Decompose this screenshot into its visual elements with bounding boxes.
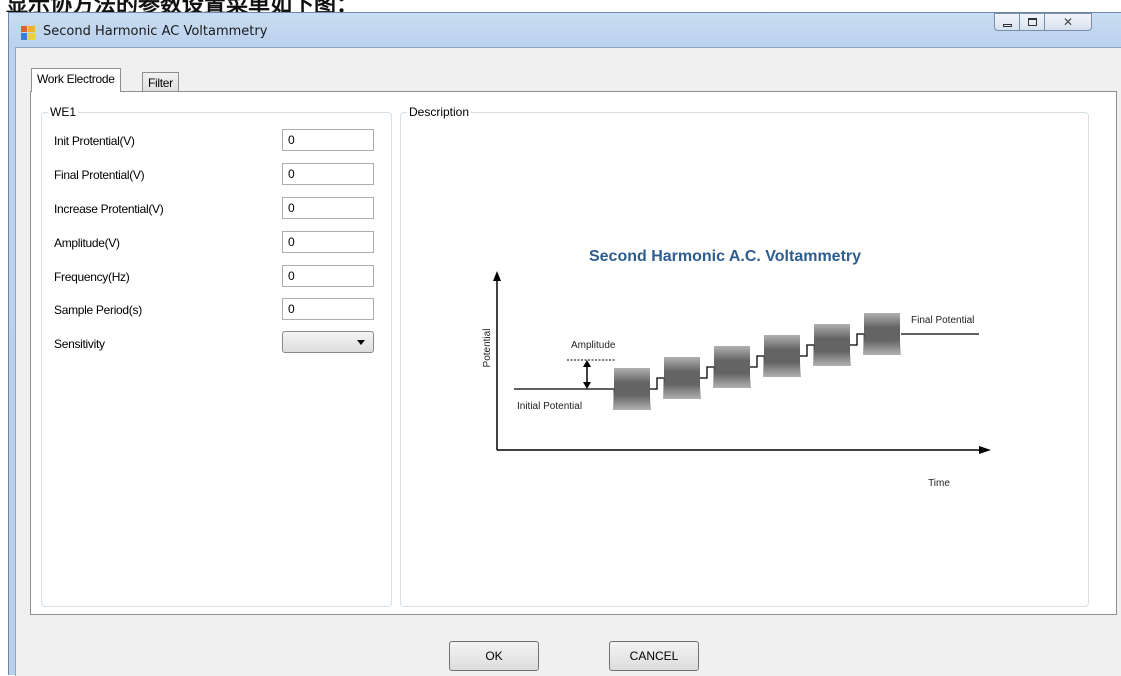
sample-period-label: Sample Period(s) — [54, 303, 142, 317]
init-potential-label: Init Protential(V) — [54, 134, 135, 148]
final-potential-input[interactable] — [282, 163, 374, 185]
ac-modulation-block — [663, 356, 701, 400]
ac-modulation-block — [713, 345, 751, 389]
amplitude-arrow-up — [583, 360, 591, 367]
window-title: Second Harmonic AC Voltammetry — [43, 24, 268, 39]
amplitude-label: Amplitude(V) — [54, 236, 120, 250]
frequency-input[interactable] — [282, 265, 374, 287]
step-segment — [750, 355, 764, 368]
ac-modulation-block — [813, 323, 851, 367]
maximize-icon — [1027, 18, 1037, 26]
step-segment — [650, 377, 664, 390]
minimize-icon — [1002, 23, 1012, 27]
tab-work-electrode[interactable]: Work Electrode — [31, 68, 121, 92]
step-segment — [850, 333, 864, 346]
document-caption: 显示协方法的参数设置菜单如下图： — [0, 0, 1121, 12]
we1-group: WE1 Init Protential(V) Final Protential(… — [41, 105, 392, 607]
frequency-label: Frequency(Hz) — [54, 270, 130, 284]
description-group: Description Second Harmonic A.C. Voltamm… — [400, 105, 1089, 607]
step-segment — [800, 344, 814, 357]
ac-modulation-block — [613, 367, 651, 411]
x-axis-arrow — [979, 446, 991, 454]
sample-period-input[interactable] — [282, 298, 374, 320]
document-caption-text: 显示协方法的参数设置菜单如下图： — [6, 0, 358, 12]
staircase-signal — [613, 312, 901, 411]
client-area: Work Electrode Filter WE1 Init Protentia… — [15, 47, 1121, 676]
increase-potential-label: Increase Protential(V) — [54, 202, 164, 216]
init-potential-input[interactable] — [282, 129, 374, 151]
close-icon: ✕ — [1062, 15, 1074, 29]
maximize-button[interactable] — [1020, 13, 1045, 31]
chevron-down-icon — [357, 340, 365, 345]
tab-filter[interactable]: Filter — [142, 72, 179, 93]
voltammetry-diagram: Second Harmonic A.C. Voltammetry Potenti… — [482, 248, 991, 489]
ac-modulation-block — [863, 312, 901, 356]
diagram-title: Second Harmonic A.C. Voltammetry — [589, 248, 861, 265]
ok-button[interactable]: OK — [449, 641, 539, 671]
amplitude-arrow-down — [583, 382, 591, 389]
ac-modulation-block — [763, 334, 801, 378]
initial-potential-label: Initial Potential — [517, 401, 582, 412]
amplitude-input[interactable] — [282, 231, 374, 253]
sensitivity-select[interactable] — [282, 331, 374, 353]
close-button[interactable]: ✕ — [1045, 13, 1092, 31]
increase-potential-input[interactable] — [282, 197, 374, 219]
we1-group-title: WE1 — [48, 105, 79, 119]
dialog-window: Second Harmonic AC Voltammetry ✕ Work El… — [8, 12, 1121, 676]
tab-panel-work-electrode: WE1 Init Protential(V) Final Protential(… — [30, 91, 1117, 615]
cancel-button[interactable]: CANCEL — [609, 641, 699, 671]
app-icon — [21, 26, 35, 40]
final-potential-label: Final Potential — [911, 315, 974, 326]
minimize-button[interactable] — [994, 13, 1020, 31]
y-axis-arrow — [493, 271, 501, 281]
x-axis-label: Time — [928, 478, 950, 489]
final-potential-label: Final Protential(V) — [54, 168, 145, 182]
amplitude-label: Amplitude — [571, 340, 616, 351]
step-segment — [700, 366, 714, 379]
y-axis-label: Potential — [482, 329, 493, 368]
sensitivity-label: Sensitivity — [54, 337, 105, 351]
